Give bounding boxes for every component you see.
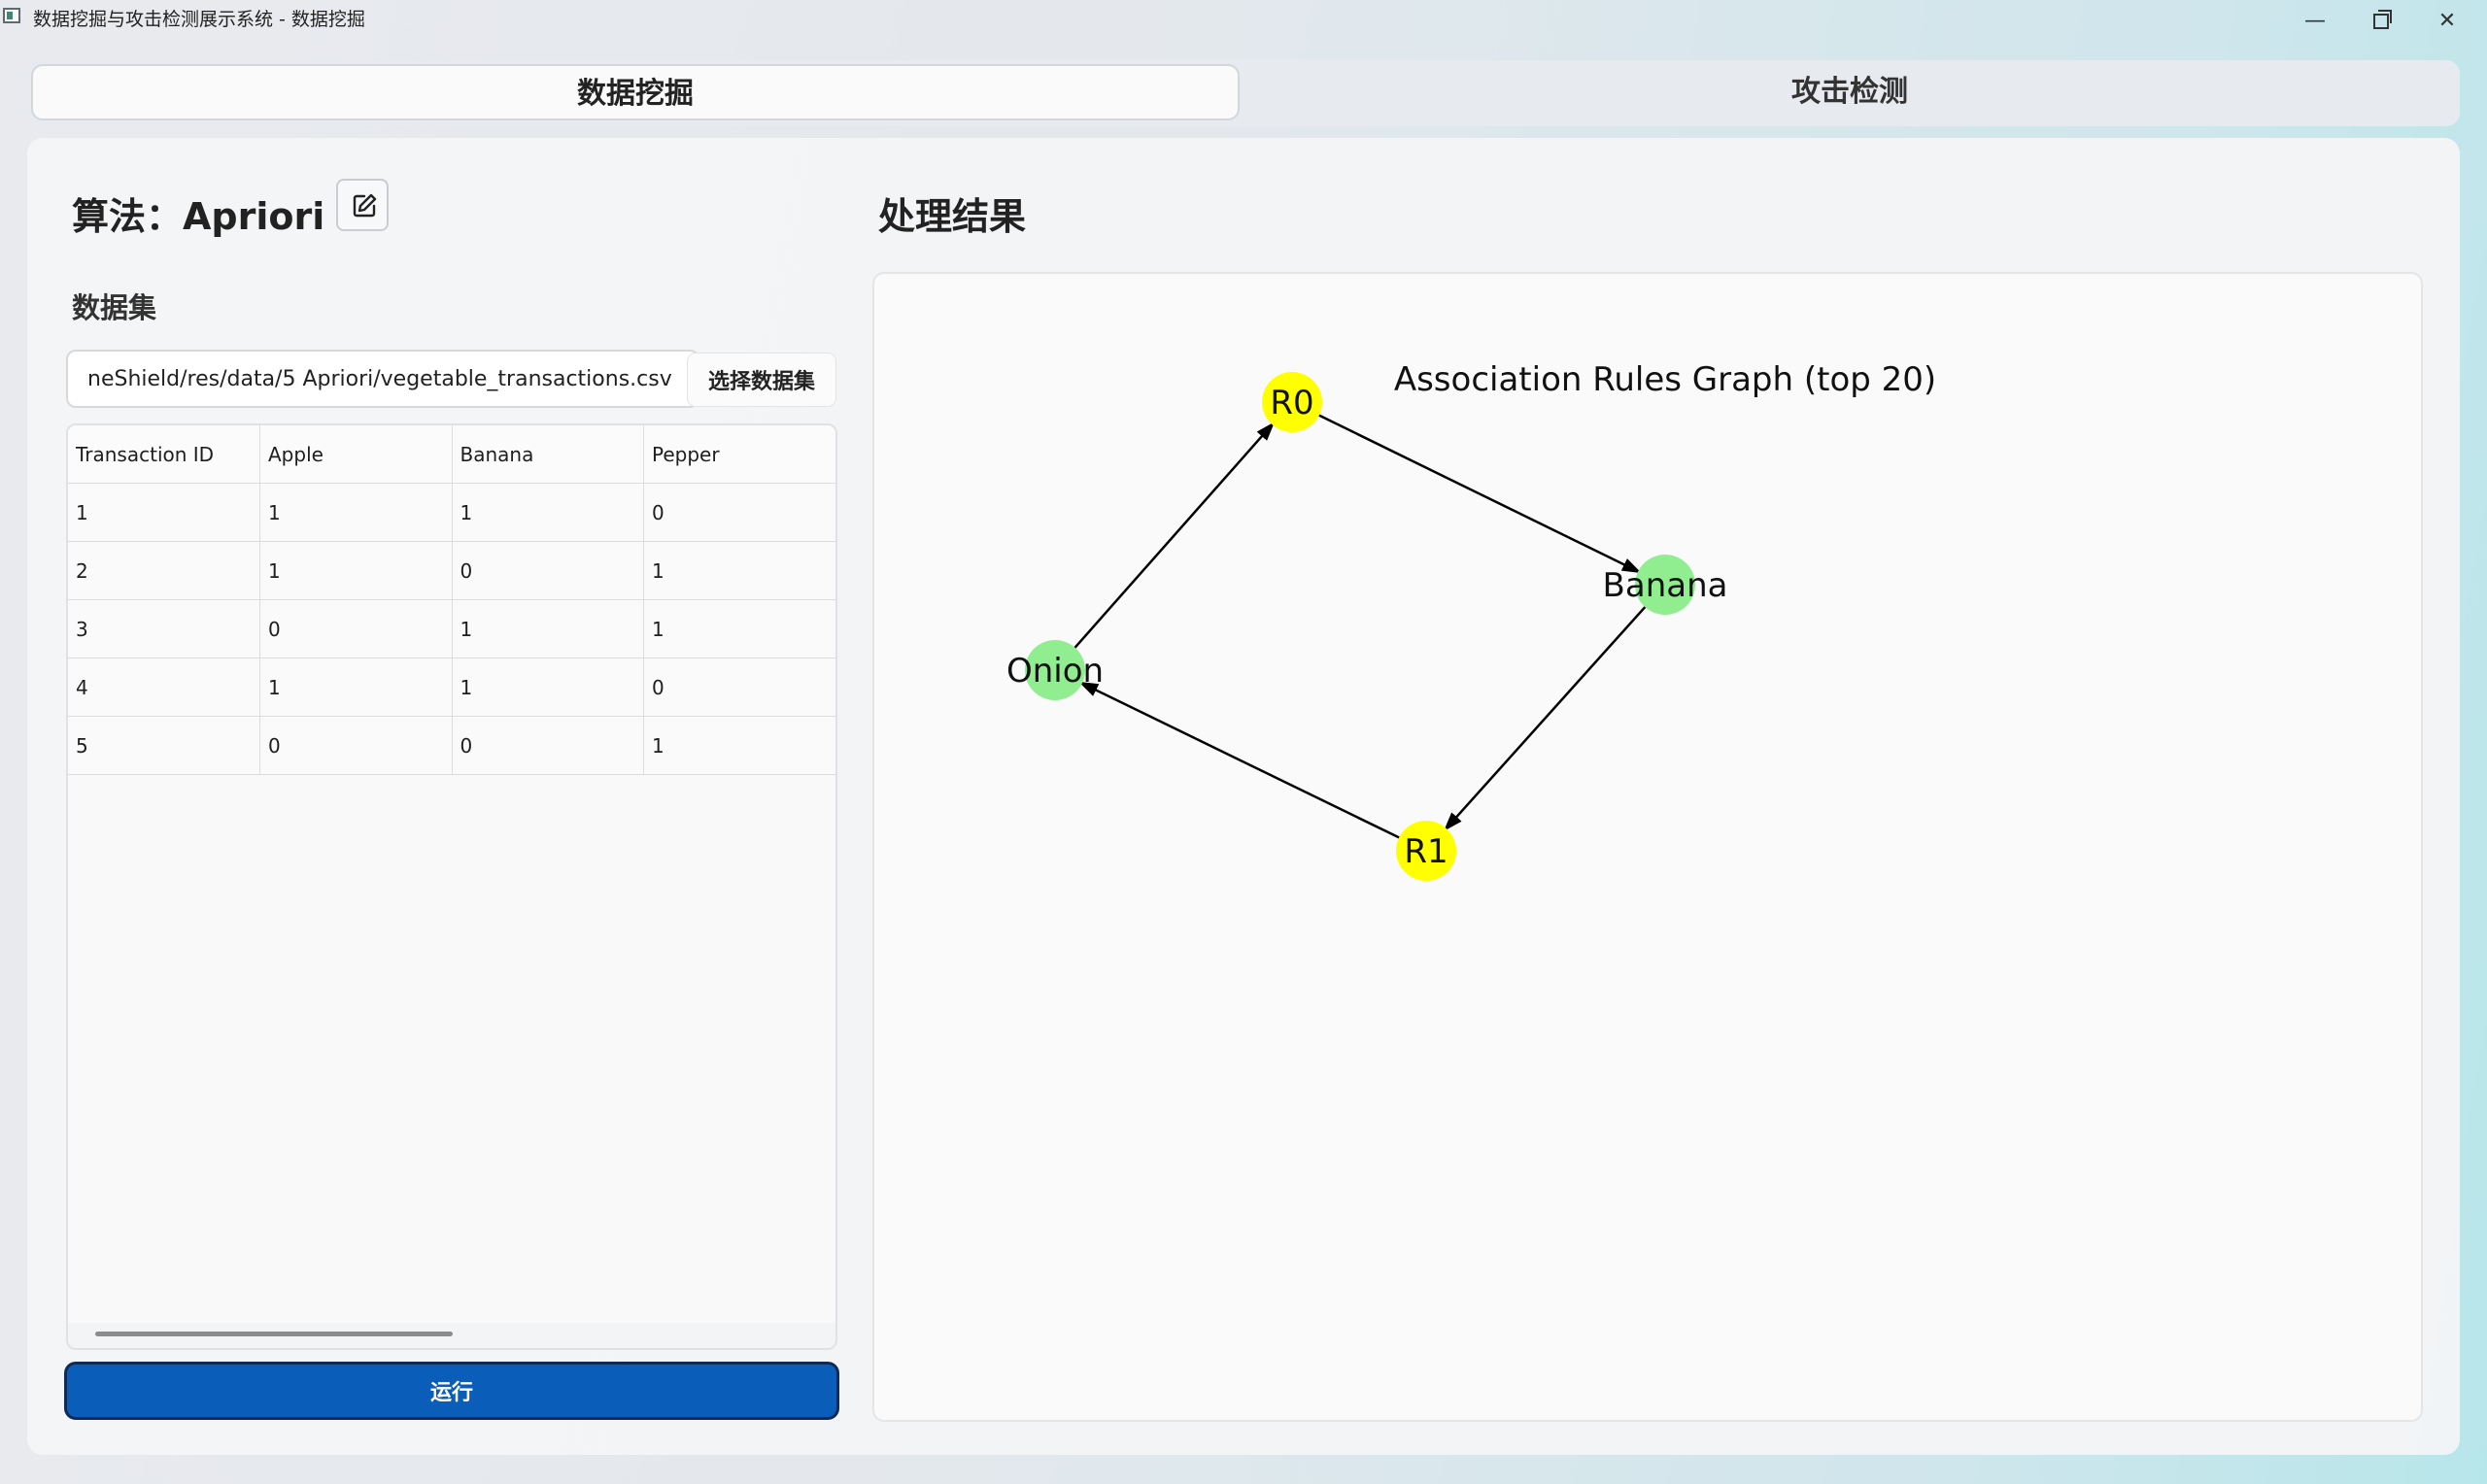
minimize-button[interactable]: —: [2293, 4, 2337, 39]
table-cell[interactable]: 0: [452, 716, 644, 775]
main-panel: 算法：Apriori 数据集 选择数据集 Transaction ID Appl…: [27, 138, 2460, 1455]
graph-edge-r1-to-onion: [1078, 681, 1400, 839]
table-cell[interactable]: 1: [643, 541, 835, 600]
table-cell[interactable]: 5: [68, 716, 260, 775]
table-row[interactable]: 5 0 0 1: [68, 716, 835, 775]
table-cell[interactable]: 0: [259, 599, 453, 658]
window-title: 数据挖掘与攻击检测展示系统 - 数据挖掘: [33, 9, 365, 30]
column-header[interactable]: Banana: [452, 425, 644, 484]
table-row[interactable]: 4 1 1 0: [68, 658, 835, 717]
edit-icon: [353, 193, 377, 218]
title-bar: 数据挖掘与攻击检测展示系统 - 数据挖掘 — ✕: [0, 0, 2487, 43]
graph-node-label: R0: [1270, 384, 1313, 422]
close-button[interactable]: ✕: [2425, 4, 2470, 39]
minimize-icon: —: [2304, 9, 2326, 33]
column-header[interactable]: Apple: [259, 425, 453, 484]
column-header[interactable]: Transaction ID: [68, 425, 260, 484]
horizontal-scrollbar[interactable]: [68, 1323, 835, 1348]
tab-attack-detection[interactable]: 攻击检测: [1244, 64, 2456, 120]
graph-node-label: R1: [1404, 832, 1448, 871]
run-button[interactable]: 运行: [64, 1362, 839, 1420]
graph-edge-banana-to-r1: [1444, 606, 1647, 831]
table-cell[interactable]: 1: [452, 483, 644, 542]
scrollbar-thumb[interactable]: [95, 1332, 453, 1336]
app-icon: [3, 8, 20, 23]
table-cell[interactable]: 2: [68, 541, 260, 600]
dataset-label: 数据集: [72, 291, 157, 324]
table-row[interactable]: 1 1 1 0: [68, 483, 835, 542]
table-cell[interactable]: 0: [643, 483, 835, 542]
tab-bar: 数据挖掘 攻击检测: [27, 60, 2460, 126]
dataset-table[interactable]: Transaction ID Apple Banana Pepper 1 1 1…: [66, 423, 837, 1350]
table-cell[interactable]: 0: [259, 716, 453, 775]
table-cell[interactable]: 0: [452, 541, 644, 600]
graph-node-label: Banana: [1603, 566, 1728, 605]
table-cell[interactable]: 1: [259, 483, 453, 542]
table-cell[interactable]: 1: [452, 599, 644, 658]
table-cell[interactable]: 1: [68, 483, 260, 542]
association-rules-graph: Association Rules Graph (top 20) R0 Banan…: [1006, 360, 1936, 881]
tab-data-mining[interactable]: 数据挖掘: [31, 64, 1240, 120]
restore-icon: [2373, 10, 2392, 29]
graph-node-label: Onion: [1006, 652, 1104, 691]
graph-edge-r0-to-banana: [1318, 414, 1642, 574]
table-cell[interactable]: 1: [643, 599, 835, 658]
table-cell[interactable]: 1: [259, 541, 453, 600]
table-header-row: Transaction ID Apple Banana Pepper: [68, 425, 835, 484]
edit-algorithm-button[interactable]: [336, 179, 389, 231]
table-cell[interactable]: 0: [643, 658, 835, 717]
close-icon: ✕: [2437, 9, 2457, 33]
table-row[interactable]: 3 0 1 1: [68, 599, 835, 658]
result-graph-panel: Association Rules Graph (top 20) R0 Banan…: [872, 272, 2423, 1422]
table-row[interactable]: 2 1 0 1: [68, 541, 835, 600]
maximize-button[interactable]: [2359, 4, 2403, 39]
table-cell[interactable]: 4: [68, 658, 260, 717]
graph-edge-onion-to-r0: [1073, 422, 1276, 649]
algorithm-label: 算法：Apriori: [72, 195, 325, 238]
table-cell[interactable]: 1: [643, 716, 835, 775]
dataset-path-input[interactable]: [66, 350, 699, 408]
result-label: 处理结果: [878, 195, 1027, 238]
graph-title: Association Rules Graph (top 20): [1394, 360, 1936, 399]
column-header[interactable]: Pepper: [643, 425, 835, 484]
table-cell[interactable]: 3: [68, 599, 260, 658]
select-dataset-button[interactable]: 选择数据集: [688, 354, 835, 406]
table-cell[interactable]: 1: [452, 658, 644, 717]
table-cell[interactable]: 1: [259, 658, 453, 717]
